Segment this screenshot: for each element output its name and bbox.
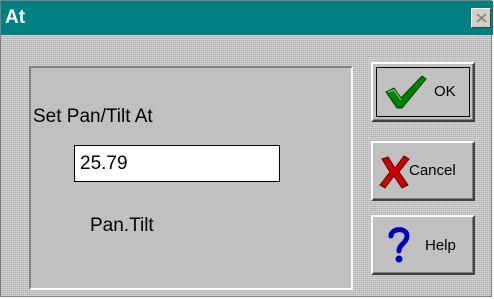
close-button[interactable] (471, 8, 491, 28)
close-icon (476, 13, 487, 23)
checkmark-icon (385, 75, 427, 109)
help-button-label: Help (425, 237, 456, 254)
dialog-window: At Set Pan/Tilt At Pan.Tilt OK Cancel (0, 0, 493, 297)
cancel-button[interactable]: Cancel (371, 141, 475, 201)
cancel-button-label: Cancel (409, 162, 456, 179)
ok-button-label: OK (434, 83, 456, 100)
red-x-icon (379, 155, 410, 189)
window-title: At (5, 7, 26, 28)
question-mark-icon (388, 227, 410, 263)
pan-tilt-value-input[interactable] (74, 145, 280, 182)
help-button[interactable]: Help (371, 215, 475, 275)
ok-button[interactable]: OK (371, 62, 475, 122)
dialog-body: Set Pan/Tilt At Pan.Tilt OK Cancel Help (1, 35, 491, 296)
set-pan-tilt-label: Set Pan/Tilt At (33, 106, 153, 127)
pan-tilt-format-label: Pan.Tilt (90, 215, 154, 236)
title-bar[interactable]: At (1, 1, 493, 35)
